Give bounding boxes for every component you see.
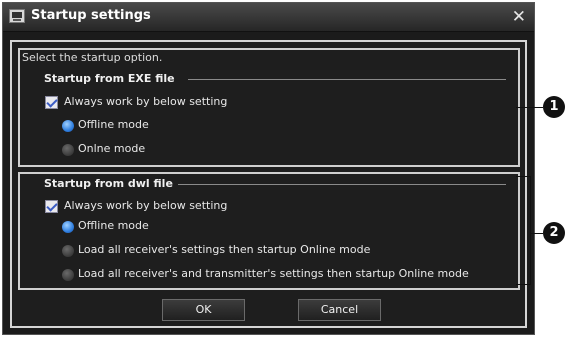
exe-always-checkbox-label[interactable]: Always work by below setting [64,95,227,108]
exe-always-checkbox[interactable] [45,96,58,109]
dialog-content: Select the startup option. Startup from … [10,40,527,328]
exe-legend-divider [188,79,506,80]
exe-online-label[interactable]: Onlne mode [78,142,145,155]
close-icon[interactable]: ✕ [512,7,526,27]
dwl-receiver-online-label[interactable]: Load all receiver's settings then startu… [78,243,370,256]
callout-marker-1: 1 [543,96,565,118]
startup-settings-dialog: Startup settings ✕ Select the startup op… [2,2,535,335]
dwl-legend-divider [178,184,506,185]
dwl-offline-radio[interactable] [62,221,74,233]
dwl-group-legend: Startup from dwl file [44,177,173,190]
startup-exe-group: Select the startup option. Startup from … [18,48,520,167]
ok-button[interactable]: OK [162,299,245,321]
exe-offline-radio[interactable] [62,120,74,132]
callout-2-bracket-bottom [516,284,531,285]
callout-2-bracket-top [516,176,531,177]
startup-dwl-group: Startup from dwl file Always work by bel… [18,172,520,290]
dwl-receiver-transmitter-online-label[interactable]: Load all receiver's and transmitter's se… [78,267,469,280]
callout-2-bracket [530,176,531,284]
exe-offline-label[interactable]: Offline mode [78,118,149,131]
dialog-title: Startup settings [31,8,151,23]
exe-group-legend: Startup from EXE file [44,72,175,85]
dwl-receiver-online-radio[interactable] [62,245,74,257]
callout-marker-2: 2 [543,222,565,244]
dwl-always-checkbox-label[interactable]: Always work by below setting [64,199,227,212]
dwl-offline-label[interactable]: Offline mode [78,219,149,232]
title-bar[interactable]: Startup settings ✕ [3,3,534,32]
intro-text: Select the startup option. [22,51,163,64]
exe-online-radio[interactable] [62,144,74,156]
cancel-button[interactable]: Cancel [298,299,381,321]
dwl-always-checkbox[interactable] [45,200,58,213]
callout-2-leader-line [530,233,543,234]
app-icon [9,9,25,23]
dwl-receiver-transmitter-online-radio[interactable] [62,269,74,281]
callout-1-leader-line [516,107,543,108]
